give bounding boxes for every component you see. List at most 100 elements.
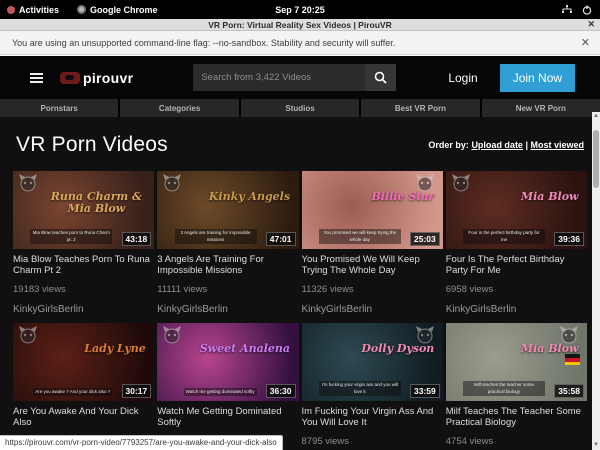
activities-button[interactable]: Activities: [7, 5, 59, 15]
thumbnail-caption: Watch me getting dominated softly: [184, 388, 257, 396]
video-studio-link[interactable]: KinkyGirlsBerlin: [302, 304, 443, 315]
video-card[interactable]: Mia Blow Four is the perfect birthday pa…: [446, 171, 587, 315]
site-logo[interactable]: pirouvr: [60, 70, 133, 86]
studio-cat-mask-icon: [18, 326, 38, 344]
video-title[interactable]: Im Fucking Your Virgin Ass And You Will …: [302, 406, 443, 429]
nav-item-best-vr-porn[interactable]: Best VR Porn: [361, 99, 479, 117]
video-thumbnail[interactable]: Sweet Analena Watch me getting dominated…: [157, 323, 298, 401]
duration-badge: 35:58: [554, 384, 584, 398]
search-icon: [374, 71, 387, 84]
order-by-control: Order by: Upload date | Most viewed: [428, 140, 584, 150]
scrollbar-thumb[interactable]: [593, 130, 599, 188]
window-close-icon[interactable]: ✕: [587, 19, 595, 30]
video-title[interactable]: Milf Teaches The Teacher Some Practical …: [446, 406, 587, 429]
studio-cat-mask-icon: [162, 174, 182, 192]
video-title[interactable]: Watch Me Getting Dominated Softly: [157, 406, 298, 429]
thumbnail-performer-name: Mia Blow: [521, 191, 579, 203]
window-title: VR Porn: Virtual Reality Sex Videos | Pi…: [208, 20, 391, 30]
thumbnail-caption: You promised we will keep trying the who…: [319, 229, 401, 244]
warning-close-icon[interactable]: ✕: [581, 36, 590, 49]
nav-item-studios[interactable]: Studios: [241, 99, 359, 117]
video-thumbnail[interactable]: Mia Blow Four is the perfect birthday pa…: [446, 171, 587, 249]
thumbnail-caption: Four is the perfect birthday party for m…: [463, 229, 545, 244]
video-views: 8795 views: [302, 436, 443, 447]
video-card[interactable]: Kinky Angels 3 Angels are training for i…: [157, 171, 298, 315]
video-thumbnail[interactable]: Lady Lyne Are you awake ? And your dick …: [13, 323, 154, 401]
german-flag-icon: [565, 354, 580, 365]
video-grid: Runa Charm & Mia Blow Mia Blow teaches p…: [0, 171, 600, 450]
video-views: 6958 views: [446, 284, 587, 295]
video-title[interactable]: Are You Awake And Your Dick Also: [13, 406, 154, 429]
order-upload-date-link[interactable]: Upload date: [471, 140, 523, 150]
network-icon[interactable]: [562, 5, 572, 14]
video-views: 11111 views: [157, 284, 298, 295]
search-button[interactable]: [365, 64, 396, 91]
recording-indicator-icon: [7, 6, 15, 14]
video-card[interactable]: Billie Star You promised we will keep tr…: [302, 171, 443, 315]
page-title: VR Porn Videos: [16, 133, 168, 157]
status-bar-url: https://pirouvr.com/vr-porn-video/779325…: [0, 435, 283, 450]
scrollbar-up-arrow-icon[interactable]: ▲: [593, 112, 599, 120]
thumbnail-performer-name: Sweet Analena: [200, 343, 290, 355]
video-title[interactable]: Four Is The Perfect Birthday Party For M…: [446, 254, 587, 277]
search-input[interactable]: [193, 64, 365, 91]
focused-app-menu[interactable]: Google Chrome: [77, 5, 158, 15]
duration-badge: 30:17: [122, 384, 152, 398]
video-card[interactable]: Sweet Analena Watch me getting dominated…: [157, 323, 298, 450]
system-top-bar: Activities Google Chrome Sep 7 20:25: [0, 0, 600, 19]
search-bar: [193, 64, 396, 91]
thumbnail-caption: 3 Angels are training for impossible mis…: [175, 229, 257, 244]
clock[interactable]: Sep 7 20:25: [275, 5, 325, 15]
thumbnail-caption: Are you awake ? And your dick also ?: [33, 388, 112, 396]
activities-label: Activities: [19, 5, 59, 15]
studio-cat-mask-icon: [162, 326, 182, 344]
video-studio-link[interactable]: KinkyGirlsBerlin: [13, 304, 154, 315]
chrome-warning-bar: You are using an unsupported command-lin…: [0, 31, 600, 55]
main-nav: PornstarsCategoriesStudiosBest VR PornNe…: [0, 99, 600, 117]
video-card[interactable]: Runa Charm & Mia Blow Mia Blow teaches p…: [13, 171, 154, 315]
video-studio-link[interactable]: KinkyGirlsBerlin: [446, 304, 587, 315]
app-name-label: Google Chrome: [90, 5, 158, 15]
video-studio-link[interactable]: KinkyGirlsBerlin: [157, 304, 298, 315]
power-icon[interactable]: [582, 5, 592, 15]
video-title[interactable]: You Promised We Will Keep Trying The Who…: [302, 254, 443, 277]
video-thumbnail[interactable]: Kinky Angels 3 Angels are training for i…: [157, 171, 298, 249]
studio-cat-mask-icon: [18, 174, 38, 192]
duration-badge: 33:59: [410, 384, 440, 398]
video-thumbnail[interactable]: Runa Charm & Mia Blow Mia Blow teaches p…: [13, 171, 154, 249]
studio-cat-mask-icon: [451, 174, 471, 192]
scrollbar-down-arrow-icon[interactable]: ▼: [593, 441, 599, 449]
video-title[interactable]: 3 Angels Are Training For Impossible Mis…: [157, 254, 298, 277]
video-views: 11326 views: [302, 284, 443, 295]
video-thumbnail[interactable]: Billie Star You promised we will keep tr…: [302, 171, 443, 249]
chrome-icon: [77, 5, 86, 14]
nav-item-new-vr-porn[interactable]: New VR Porn: [482, 99, 600, 117]
video-card[interactable]: Lady Lyne Are you awake ? And your dick …: [13, 323, 154, 450]
hamburger-menu-icon[interactable]: [30, 71, 44, 85]
page-content: pirouvr Login Join Now PornstarsCategori…: [0, 56, 600, 450]
duration-badge: 25:03: [410, 232, 440, 246]
logo-text: pirouvr: [83, 70, 133, 86]
warning-text: You are using an unsupported command-lin…: [12, 38, 395, 48]
vr-goggles-icon: [60, 72, 80, 84]
thumbnail-performer-name: Dolly Dyson: [361, 343, 434, 355]
thumbnail-performer-name: Lady Lyne: [84, 343, 146, 355]
video-card[interactable]: Dolly Dyson I'm fucking your virgin ass …: [302, 323, 443, 450]
join-now-button[interactable]: Join Now: [500, 64, 575, 92]
video-title[interactable]: Mia Blow Teaches Porn To Runa Charm Pt 2: [13, 254, 154, 277]
thumbnail-caption: Mia Blow teaches porn to Runa Charm pt. …: [30, 229, 112, 244]
video-card[interactable]: Mia Blow Milf teaches the teacher some p…: [446, 323, 587, 450]
video-views: 19183 views: [13, 284, 154, 295]
video-thumbnail[interactable]: Mia Blow Milf teaches the teacher some p…: [446, 323, 587, 401]
nav-item-categories[interactable]: Categories: [120, 99, 238, 117]
order-most-viewed-link[interactable]: Most viewed: [530, 140, 584, 150]
video-thumbnail[interactable]: Dolly Dyson I'm fucking your virgin ass …: [302, 323, 443, 401]
thumbnail-performer-name: Kinky Angels: [209, 191, 290, 203]
login-link[interactable]: Login: [448, 71, 477, 85]
duration-badge: 47:01: [266, 232, 296, 246]
duration-badge: 43:18: [122, 232, 152, 246]
browser-scrollbar[interactable]: ▲ ▼: [592, 112, 600, 450]
nav-item-pornstars[interactable]: Pornstars: [0, 99, 118, 117]
order-by-label: Order by:: [428, 140, 469, 150]
video-views: 4754 views: [446, 436, 587, 447]
